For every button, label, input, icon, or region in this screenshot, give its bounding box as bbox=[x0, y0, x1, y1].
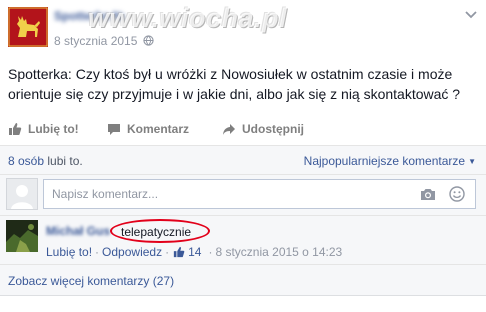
commenter-name-link[interactable]: Michał Gusz bbox=[46, 224, 110, 238]
smiley-icon[interactable] bbox=[449, 186, 465, 202]
share-button[interactable]: Udostępnij bbox=[222, 121, 304, 137]
more-comments-row: Zobacz więcej komentarzy (27) bbox=[0, 265, 486, 295]
post-body-text: Spotterka: Czy ktoś był u wróżki z Nowos… bbox=[8, 66, 461, 102]
thumbs-up-icon bbox=[173, 246, 185, 258]
comment-sort-label: Najpopularniejsze komentarze bbox=[303, 154, 466, 168]
post-card: Spotterka Nowosiułek 8 stycznia 2015 www… bbox=[0, 0, 486, 312]
like-button-label: Lubię to! bbox=[28, 122, 79, 136]
separator-dot: · bbox=[208, 245, 213, 259]
comment-composer bbox=[0, 175, 486, 215]
speech-bubble-icon bbox=[108, 123, 120, 135]
comment-like-count[interactable]: 14 bbox=[188, 245, 201, 259]
avatar bbox=[6, 178, 38, 210]
likes-summary: 8 osób lubi to. bbox=[8, 154, 83, 168]
likes-suffix: lubi to. bbox=[47, 154, 83, 168]
post-timestamp[interactable]: 8 stycznia 2015 bbox=[54, 34, 137, 48]
comment-like-link[interactable]: Lubię to! bbox=[46, 245, 92, 259]
separator-dot: · bbox=[95, 245, 100, 259]
likes-count-link[interactable]: 8 osób bbox=[8, 154, 44, 168]
caret-down-icon: ▼ bbox=[468, 157, 476, 166]
comment-timestamp[interactable]: 8 stycznia 2015 o 14:23 bbox=[215, 245, 342, 259]
like-button[interactable]: Lubię to! bbox=[8, 121, 79, 137]
share-arrow-icon bbox=[223, 123, 235, 135]
likes-summary-row: 8 osób lubi to. Najpopularniejsze koment… bbox=[0, 146, 486, 174]
camera-icon[interactable] bbox=[420, 188, 436, 201]
share-button-label: Udostępnij bbox=[242, 122, 304, 136]
globe-icon bbox=[143, 35, 154, 46]
comment-button[interactable]: Komentarz bbox=[107, 121, 189, 137]
profile-photo bbox=[6, 220, 38, 252]
comment-meta: Lubię to! · Odpowiedz · 14 · 8 stycznia … bbox=[46, 245, 342, 259]
default-avatar-icon bbox=[7, 179, 37, 209]
comment-text: telepatycznie bbox=[121, 225, 192, 239]
comment-input[interactable] bbox=[43, 179, 476, 209]
comment-reply-link[interactable]: Odpowiedz bbox=[102, 245, 162, 259]
chevron-down-icon[interactable] bbox=[463, 8, 479, 22]
thumbs-up-icon bbox=[9, 123, 22, 135]
comment-item: Michał Gusz telepatycznie Lubię to! · Od… bbox=[0, 216, 486, 264]
post-action-bar: Lubię to! Komentarz Udostępnij bbox=[0, 116, 486, 142]
watermark-logo: www.wiocha.pl bbox=[88, 3, 288, 33]
separator-dot: · bbox=[165, 245, 170, 259]
view-more-comments-link[interactable]: Zobacz więcej komentarzy (27) bbox=[8, 274, 174, 288]
deer-emblem bbox=[8, 7, 48, 47]
page-avatar[interactable] bbox=[8, 7, 48, 47]
card-bottom-border bbox=[0, 295, 486, 296]
comment-sort-dropdown[interactable]: Najpopularniejsze komentarze ▼ bbox=[304, 154, 476, 168]
commenter-avatar[interactable] bbox=[6, 220, 38, 252]
comment-button-label: Komentarz bbox=[127, 122, 190, 136]
